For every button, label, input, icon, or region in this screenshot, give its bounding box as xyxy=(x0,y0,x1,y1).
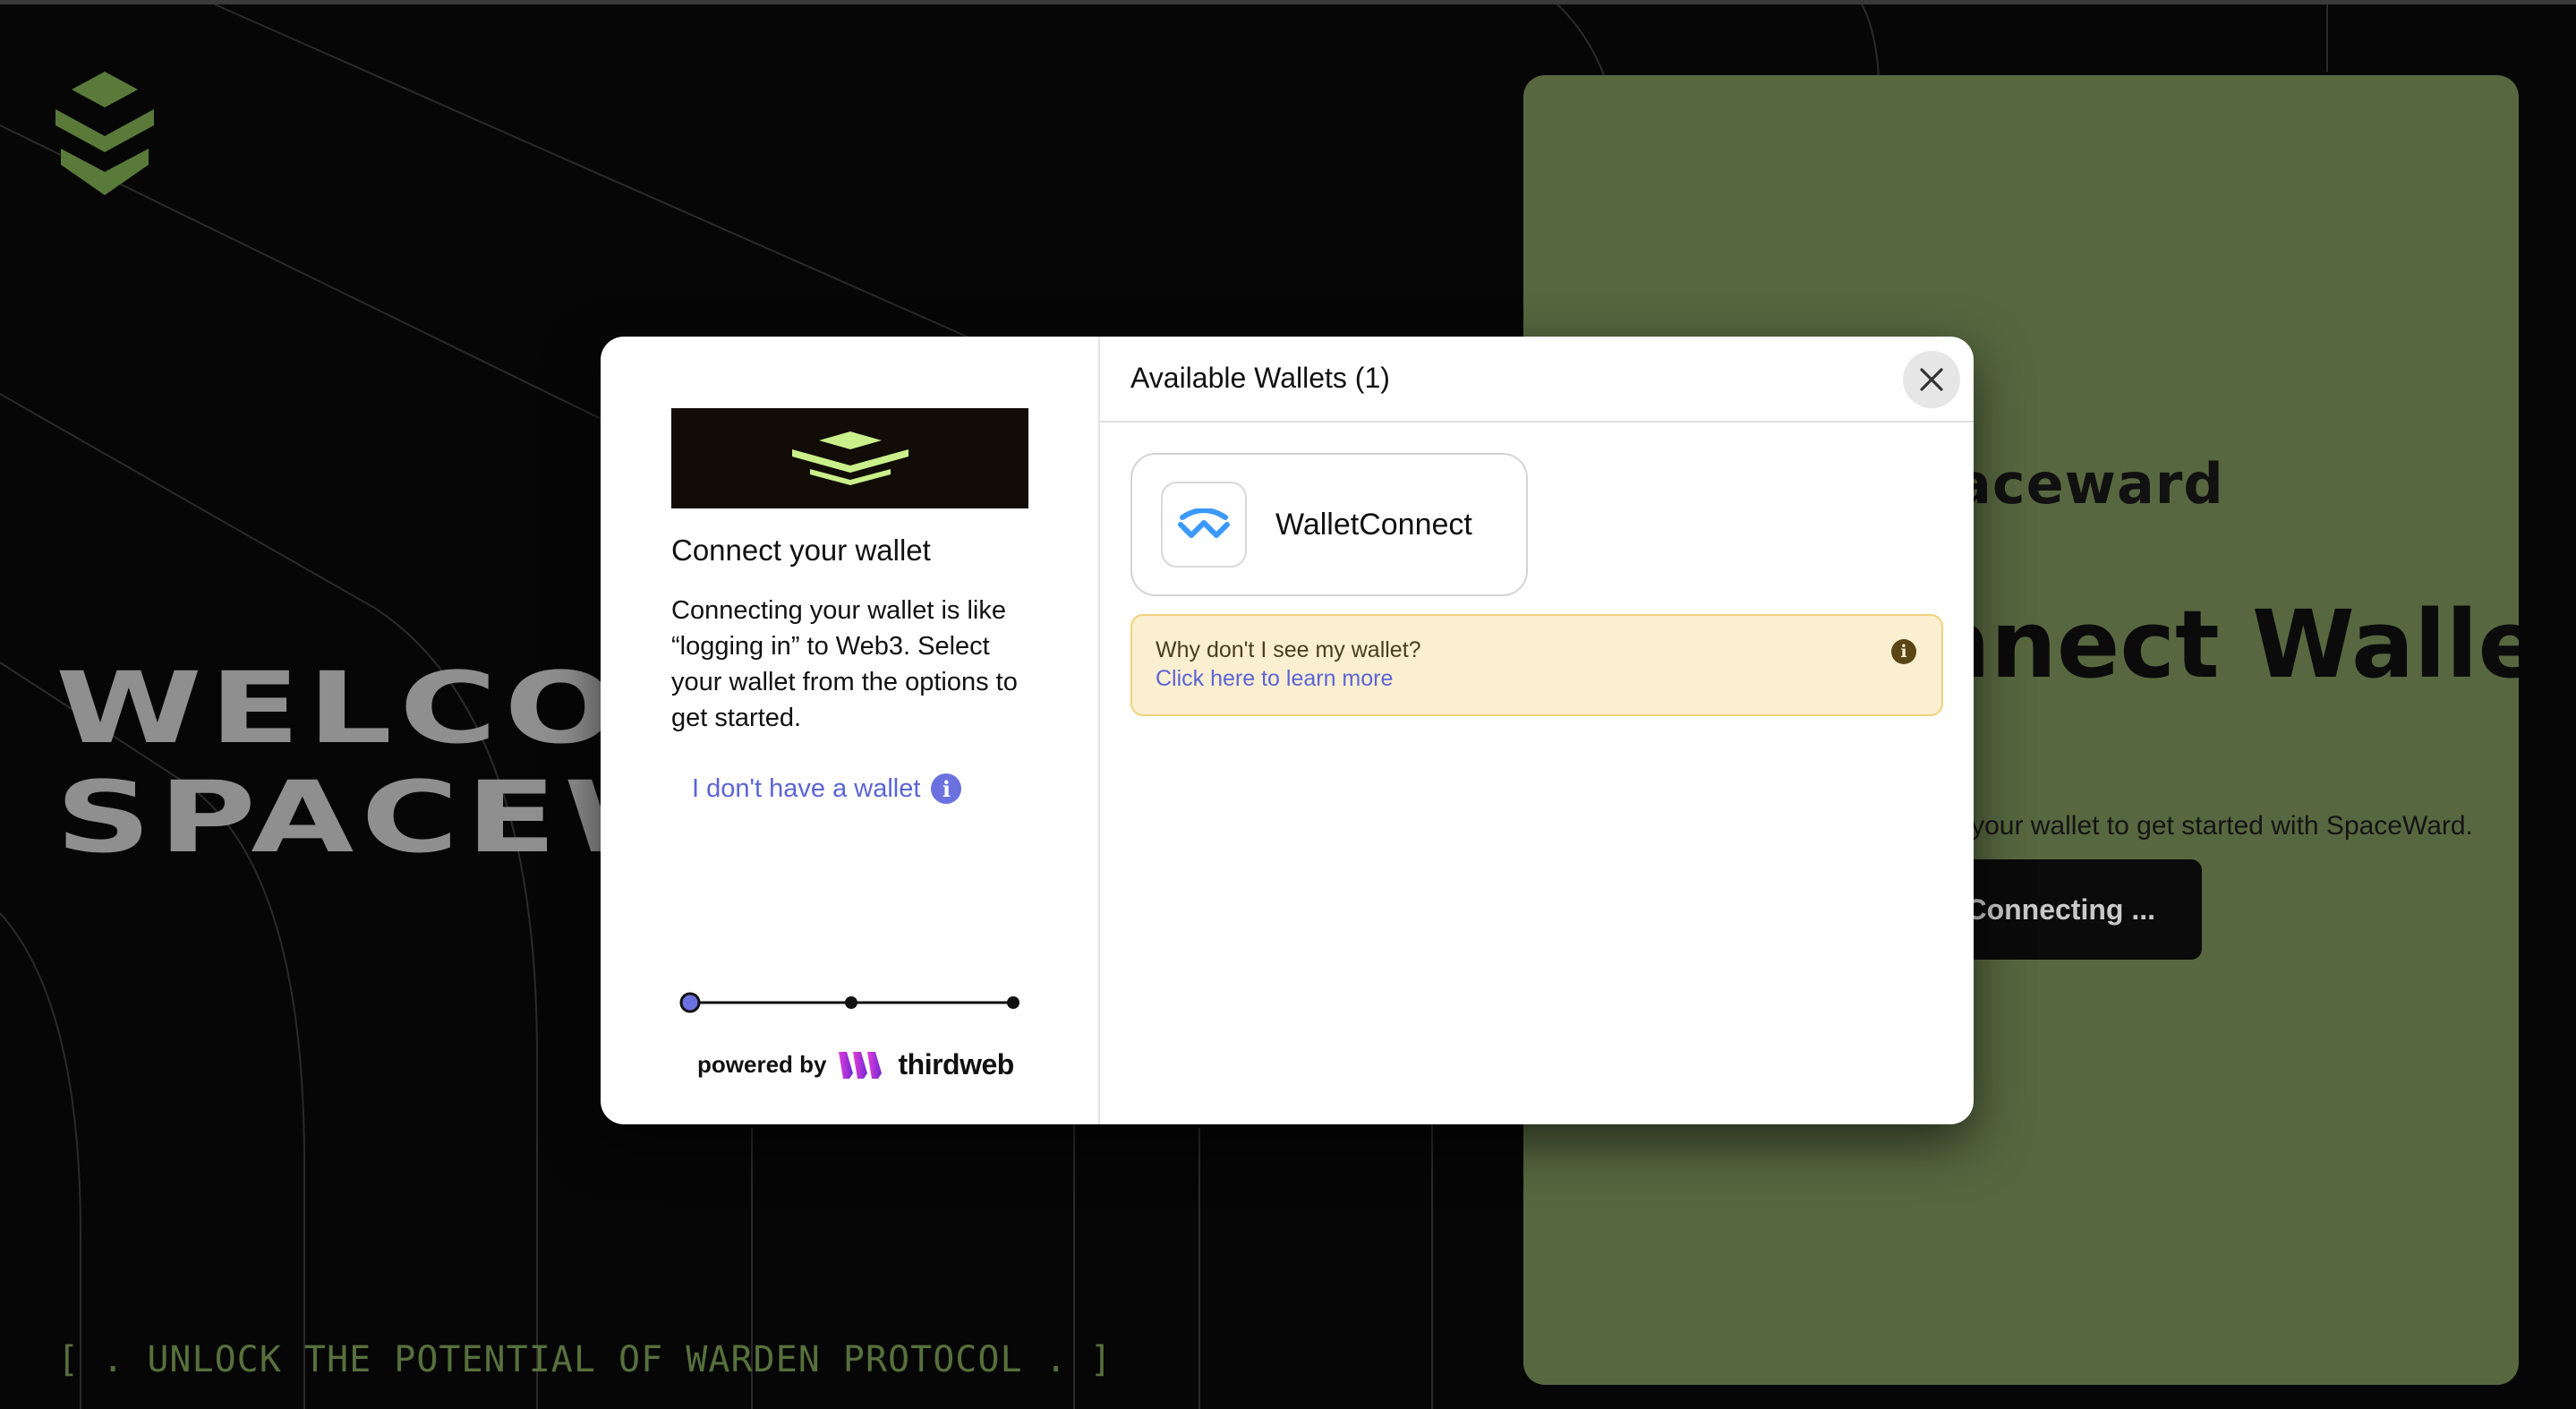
progress-stepper xyxy=(679,992,1019,1013)
learn-more-link[interactable]: Click here to learn more xyxy=(1156,666,1393,692)
thirdweb-icon xyxy=(839,1051,883,1079)
app-banner xyxy=(671,408,1028,508)
no-wallet-link[interactable]: I don't have a wallet i xyxy=(692,773,962,804)
close-icon xyxy=(1920,368,1943,391)
info-icon: i xyxy=(931,773,962,804)
missing-wallet-notice: Why don't I see my wallet? Click here to… xyxy=(1130,614,1943,716)
notice-info-icon: i xyxy=(1891,639,1916,664)
modal-intro-panel: Connect your wallet Connecting your wall… xyxy=(601,337,1100,1124)
thirdweb-wordmark: thirdweb xyxy=(898,1048,1014,1080)
connect-wallet-modal: Connect your wallet Connecting your wall… xyxy=(601,337,1974,1124)
spaceward-banner-logo xyxy=(791,431,908,485)
notice-question: Why don't I see my wallet? xyxy=(1156,637,1421,662)
powered-by: powered by thirdweb xyxy=(697,1048,1014,1081)
wallet-list-header: Available Wallets (1) xyxy=(1100,337,1974,423)
available-wallets-title: Available Wallets (1) xyxy=(1130,362,1390,394)
wallet-name: WalletConnect xyxy=(1275,507,1472,542)
close-button[interactable] xyxy=(1903,351,1960,408)
tagline: [ . UNLOCK THE POTENTIAL OF WARDEN PROTO… xyxy=(57,1339,1113,1380)
wallet-list-panel: Available Wallets (1) WalletConnect Why … xyxy=(1100,337,1974,1124)
spaceward-logo xyxy=(55,72,154,195)
page: WELCOME TO SPACEWARD [ . UNLOCK THE POTE… xyxy=(0,0,2576,1409)
powered-by-label: powered by xyxy=(697,1051,827,1078)
step-3-dot xyxy=(1007,996,1019,1009)
step-2-dot xyxy=(845,996,857,1009)
no-wallet-label: I don't have a wallet xyxy=(692,773,921,803)
step-1-dot xyxy=(679,992,701,1013)
wallet-option-walletconnect[interactable]: WalletConnect xyxy=(1130,453,1528,596)
modal-description: Connecting your wallet is like “logging … xyxy=(671,596,1018,732)
modal-heading: Connect your wallet xyxy=(671,534,931,567)
walletconnect-icon xyxy=(1161,482,1247,568)
